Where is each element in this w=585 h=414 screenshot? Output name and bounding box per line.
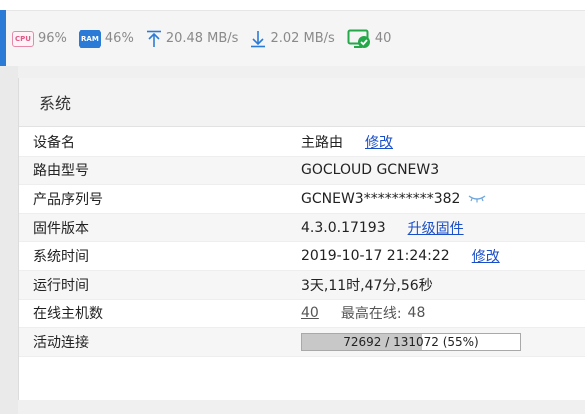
window-top-strip <box>0 0 585 11</box>
row-online-hosts: 在线主机数 40 最高在线: 48 <box>19 300 585 329</box>
active-connections-label: 活动连接 <box>33 334 89 351</box>
download-speed: 2.02 MB/s <box>270 31 335 46</box>
row-router-model: 路由型号 GOCLOUD GCNEW3 <box>19 156 585 186</box>
upload-speed: 20.48 MB/s <box>165 31 239 46</box>
row-firmware-version: 固件版本 4.3.0.17193 升级固件 <box>19 213 585 243</box>
row-device-name: 设备名 主路由 修改 <box>19 128 585 157</box>
cpu-icon: CPU <box>12 30 34 47</box>
system-time-value: 2019-10-17 21:24:22 <box>301 248 450 265</box>
ram-usage: 46% <box>104 31 134 46</box>
serial-number-cell: GCNEW3**********382 <box>301 191 486 207</box>
progress-text: 72692 / 131072 (55%) <box>343 334 479 349</box>
left-gutter <box>0 66 18 414</box>
router-model-label: 路由型号 <box>33 163 89 180</box>
system-time-label: 系统时间 <box>33 249 89 266</box>
active-connections-progress: 72692 / 131072 (55%) <box>301 332 521 351</box>
download-arrow-icon <box>251 30 266 47</box>
uptime-value: 3天,11时,47分,56秒 <box>301 277 433 294</box>
router-model-value: GOCLOUD GCNEW3 <box>301 162 440 179</box>
firmware-version-cell: 4.3.0.17193 升级固件 <box>301 218 464 238</box>
edit-device-name-link[interactable]: 修改 <box>365 132 393 152</box>
serial-number-label: 产品序列号 <box>33 191 103 208</box>
upgrade-firmware-link[interactable]: 升级固件 <box>408 218 464 238</box>
active-connections-cell: 72692 / 131072 (55%) <box>301 332 521 351</box>
ram-icon: RAM <box>78 30 101 47</box>
download-stat: 2.02 MB/s <box>250 30 335 48</box>
firmware-version-label: 固件版本 <box>33 220 89 237</box>
max-online-value: 48 <box>407 305 426 322</box>
device-name-label: 设备名 <box>33 134 75 151</box>
system-info-table: 设备名 主路由 修改 路由型号 GOCLOUD GCNEW3 产品序列号 GCN… <box>19 128 585 357</box>
cpu-usage: 96% <box>38 31 67 46</box>
online-hosts-label: 在线主机数 <box>33 306 103 323</box>
ram-stat: RAM 46% <box>78 30 134 47</box>
row-active-connections: 活动连接 72692 / 131072 (55%) <box>19 328 585 357</box>
upload-arrow-icon <box>146 30 161 47</box>
uptime-label: 运行时间 <box>33 277 89 294</box>
panel-title: 系统 <box>19 78 585 127</box>
eye-closed-icon[interactable] <box>468 194 486 204</box>
firmware-version-value: 4.3.0.17193 <box>301 219 386 236</box>
row-system-time: 系统时间 2019-10-17 21:24:22 修改 <box>19 242 585 271</box>
row-serial-number: 产品序列号 GCNEW3**********382 <box>19 185 585 214</box>
edit-system-time-link[interactable]: 修改 <box>472 246 500 266</box>
clients-stat: 40 <box>347 29 392 49</box>
upload-stat: 20.48 MB/s <box>146 30 239 48</box>
serial-number-value: GCNEW3**********382 <box>301 190 461 207</box>
system-panel: 系统 设备名 主路由 修改 路由型号 GOCLOUD GCNEW3 产品序列号 … <box>18 78 585 400</box>
cpu-stat: CPU 96% <box>6 30 67 47</box>
system-time-cell: 2019-10-17 21:24:22 修改 <box>301 246 500 266</box>
network-check-icon <box>347 29 370 48</box>
device-name-cell: 主路由 修改 <box>301 132 393 152</box>
max-online-label: 最高在线: <box>340 306 402 323</box>
row-uptime: 运行时间 3天,11时,47分,56秒 <box>19 270 585 300</box>
device-name-value: 主路由 <box>301 134 343 151</box>
online-clients-count: 40 <box>374 31 392 46</box>
online-hosts-cell: 40 最高在线: 48 <box>301 303 425 323</box>
online-hosts-count-link[interactable]: 40 <box>301 305 319 321</box>
status-bar: CPU 96% RAM 46% 20.48 MB/s 2.02 MB/s 40 <box>6 11 585 66</box>
